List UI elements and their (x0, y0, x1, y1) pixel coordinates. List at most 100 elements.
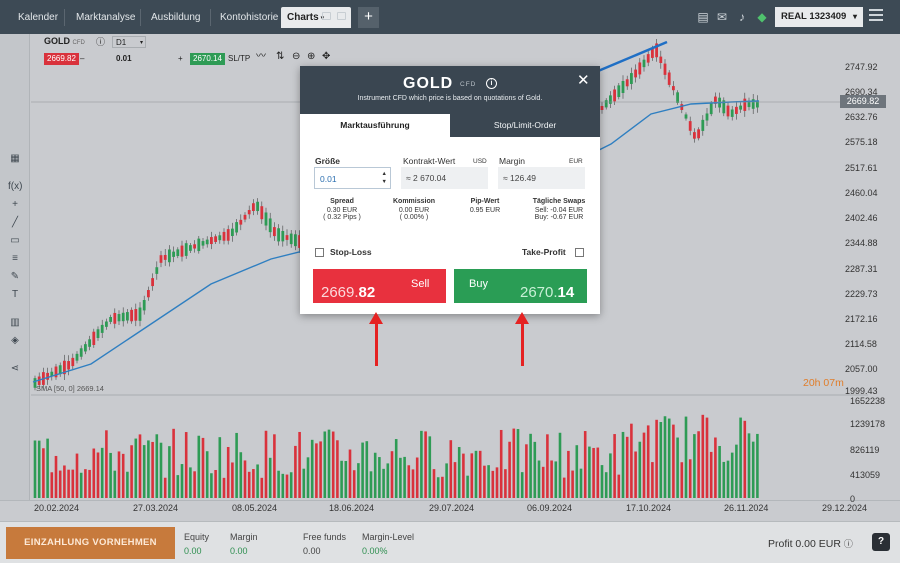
lot-input[interactable]: 0.01 (116, 53, 132, 65)
volume-bar (113, 470, 117, 498)
sell-price-badge[interactable]: 2669.82 (44, 53, 79, 65)
candle (243, 214, 247, 220)
volume-bar (504, 469, 507, 498)
deposit-button[interactable]: EINZAHLUNG VORNEHMEN (6, 527, 175, 559)
candle (109, 316, 112, 322)
volume-bar (525, 444, 528, 498)
tab-marktanalyse[interactable]: Marktanalyse (70, 7, 141, 28)
tab-kontohistorie[interactable]: Kontohistorie (214, 7, 284, 28)
volume-bar (243, 460, 247, 498)
price-axis-label: 2172.16 (845, 314, 878, 324)
tab-stop-limit-order[interactable]: Stop/Limit-Order (450, 114, 600, 137)
size-stepper[interactable]: ▲ ▼ (382, 170, 387, 186)
lot-decrease-button[interactable]: – (80, 53, 84, 65)
size-value: 0.01 (320, 174, 337, 184)
sltp-button[interactable]: SL/TP (228, 53, 250, 65)
stop-loss-checkbox[interactable] (315, 248, 324, 257)
contract-value-label: Kontrakt-Wert (403, 156, 456, 166)
candles-icon[interactable]: ▥ (8, 316, 22, 330)
candle (256, 201, 259, 212)
volume-bar (84, 469, 87, 498)
take-profit-checkbox[interactable] (575, 248, 584, 257)
volume-bar (163, 477, 167, 498)
spread-label: Spread (330, 198, 354, 205)
candle (663, 63, 667, 75)
function-icon[interactable]: f(x) (8, 180, 22, 194)
volume-axis-label: 826119 (850, 445, 880, 455)
volume-bar (382, 468, 385, 498)
price-axis-label: 2460.04 (845, 188, 878, 198)
window-icon[interactable] (337, 12, 346, 20)
lot-increase-button[interactable]: + (178, 53, 183, 65)
volume-bar (424, 431, 427, 498)
timeframe-select[interactable]: D1 ▾ (112, 36, 146, 48)
margin-unit: EUR (569, 158, 583, 165)
volume-bar (323, 431, 327, 498)
crosshair-icon[interactable]: + (8, 198, 22, 212)
signal-icon: ◆ (757, 10, 767, 24)
line-tool-icon[interactable]: ╱ (8, 216, 22, 230)
zoom-out-icon[interactable]: ⊖ (292, 51, 300, 63)
news-icon[interactable]: ▤ (695, 9, 711, 25)
volume-bar (218, 437, 222, 498)
text-tool-icon[interactable]: T (8, 288, 22, 302)
zoom-in-icon[interactable]: ⊕ (307, 51, 315, 63)
info-icon[interactable]: ⓘ (844, 539, 853, 549)
tab-market-execution[interactable]: Marktausführung (300, 114, 450, 137)
candle (197, 238, 201, 252)
price-axis-label: 2517.61 (845, 163, 878, 173)
candle (79, 348, 83, 357)
candle (117, 314, 121, 322)
menu-icon[interactable] (869, 9, 883, 23)
candle (277, 228, 280, 242)
window-icon[interactable] (322, 12, 331, 20)
pip-value: 0.95 EUR (469, 207, 501, 214)
mail-icon[interactable]: ✉ (714, 9, 730, 25)
size-input[interactable]: 0.01 ▲ ▼ (314, 167, 391, 189)
share-icon[interactable]: ⋖ (8, 362, 22, 376)
candle (247, 210, 251, 215)
account-selector[interactable]: REAL 1323409 ▾ (775, 7, 863, 27)
layers-icon[interactable]: ◈ (8, 334, 22, 348)
volume-bar (428, 436, 432, 498)
candle (84, 344, 87, 352)
sell-price-main: 2669. (321, 284, 359, 301)
candle (100, 324, 104, 333)
move-icon[interactable]: ✥ (322, 51, 330, 63)
time-axis-label: 27.03.2024 (133, 503, 179, 513)
info-icon[interactable]: i (486, 78, 497, 89)
volume-bar (613, 434, 616, 498)
buy-button[interactable]: Buy 2670.14 (454, 269, 587, 303)
volume-bar (411, 469, 415, 498)
margin-value: 0.00 (230, 546, 248, 556)
volume-bar (365, 441, 369, 498)
trend-line[interactable] (590, 40, 668, 76)
close-icon[interactable]: ✕ (577, 71, 590, 89)
fibonacci-icon[interactable]: ≡ (8, 252, 22, 266)
help-button[interactable]: ? (872, 533, 890, 551)
symbol-name: GOLD (44, 36, 70, 46)
info-icon[interactable]: ⓘ (96, 36, 105, 48)
candle (130, 309, 133, 322)
buy-price: 2670.14 (520, 284, 574, 301)
candle (151, 278, 154, 287)
candle (71, 357, 75, 367)
line-type-icon[interactable]: 〰 (256, 51, 266, 63)
candle (264, 212, 268, 226)
rectangle-tool-icon[interactable]: ▭ (8, 234, 22, 248)
volume-bar (441, 476, 444, 498)
tab-kalender[interactable]: Kalender (12, 7, 64, 28)
volume-bar (142, 445, 146, 498)
volume-bar (155, 434, 159, 498)
layout-icon[interactable]: ▦ (8, 152, 22, 166)
bell-icon[interactable]: ♪ (734, 9, 750, 25)
add-chart-button[interactable]: + (358, 7, 379, 28)
sell-button[interactable]: 2669.82 Sell (313, 269, 446, 303)
candle (638, 62, 642, 75)
buy-price-badge[interactable]: 2670.14 (190, 53, 225, 65)
pencil-icon[interactable]: ✎ (8, 270, 22, 284)
candle (142, 299, 146, 311)
volume-bar (756, 433, 759, 498)
tab-ausbildung[interactable]: Ausbildung (145, 7, 206, 28)
candle-type-icon[interactable]: ⇅ (276, 51, 284, 63)
